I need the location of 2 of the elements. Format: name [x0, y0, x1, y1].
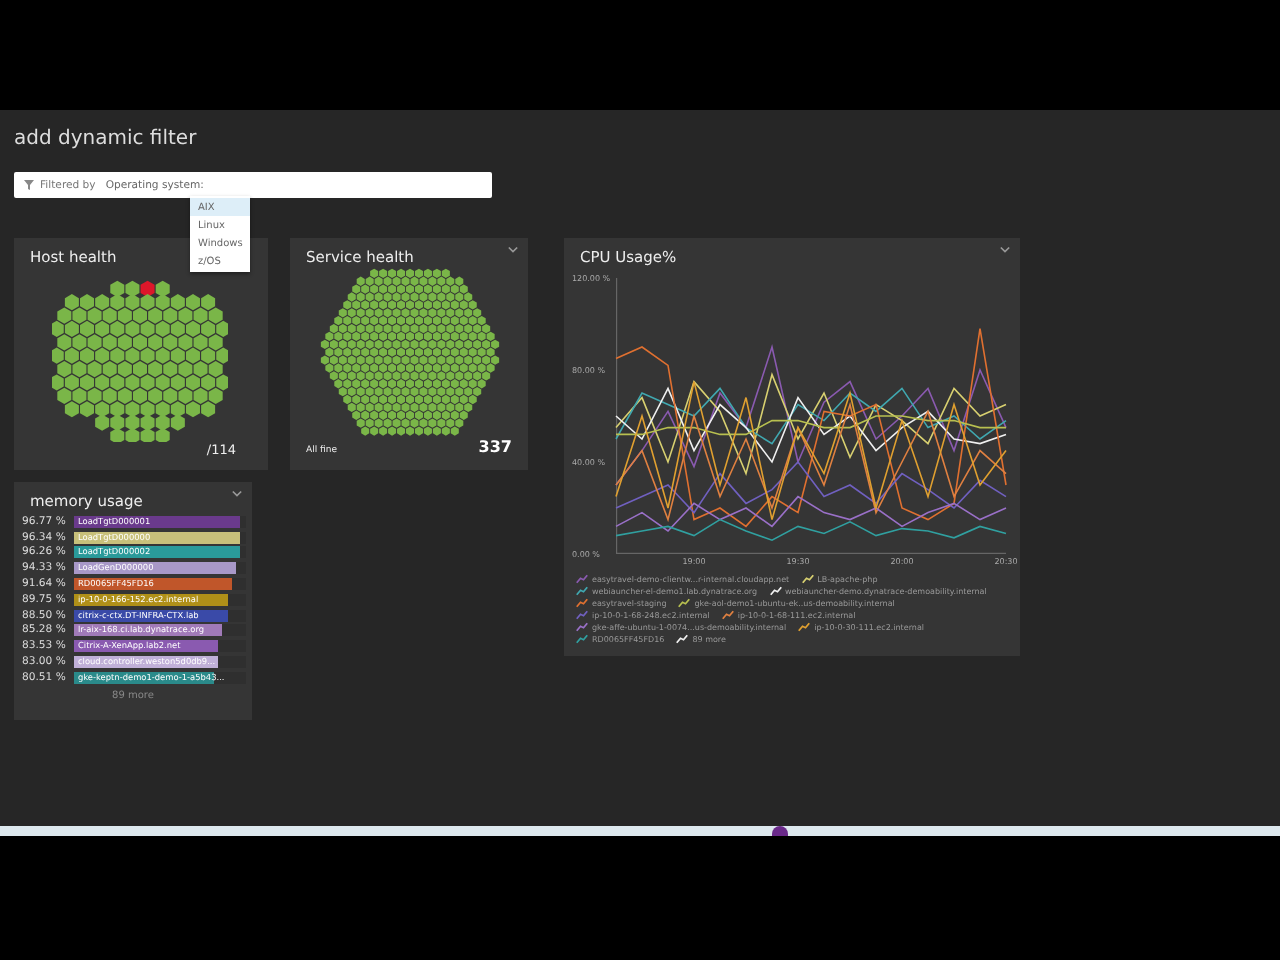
page-title: add dynamic filter	[14, 126, 197, 154]
service-count: 337	[478, 438, 512, 456]
